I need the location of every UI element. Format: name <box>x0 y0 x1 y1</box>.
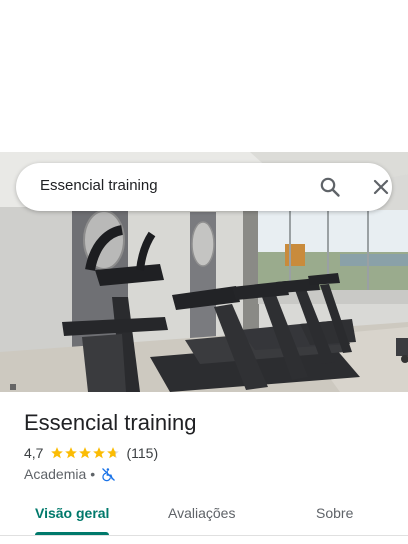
search-icon[interactable] <box>318 175 342 199</box>
rating-row[interactable]: 4,7 (115) <box>24 444 158 462</box>
tabs-divider <box>0 535 408 536</box>
star-icon <box>65 447 78 459</box>
no-wheelchair-icon <box>101 467 116 482</box>
rating-value: 4,7 <box>24 445 44 461</box>
close-icon[interactable] <box>369 175 393 199</box>
separator-dot: • <box>90 466 96 482</box>
search-query-text[interactable]: Essencial training <box>40 177 158 194</box>
review-count[interactable]: (115) <box>126 445 158 461</box>
tab-about[interactable]: Sobre <box>316 505 353 521</box>
tab-bar: Visão geral Avaliações Sobre <box>0 496 408 536</box>
place-title: Essencial training <box>24 410 197 435</box>
tab-reviews[interactable]: Avaliações <box>168 505 235 521</box>
star-icon <box>93 447 106 459</box>
star-half-icon <box>107 447 120 459</box>
search-bar[interactable]: Essencial training <box>16 163 392 211</box>
star-rating <box>50 446 120 460</box>
map-area-blank <box>0 0 408 152</box>
tab-overview[interactable]: Visão geral <box>35 505 109 521</box>
star-icon <box>79 447 92 459</box>
category-row: Academia • <box>24 465 116 483</box>
star-icon <box>51 447 64 459</box>
place-category: Academia <box>24 466 87 482</box>
